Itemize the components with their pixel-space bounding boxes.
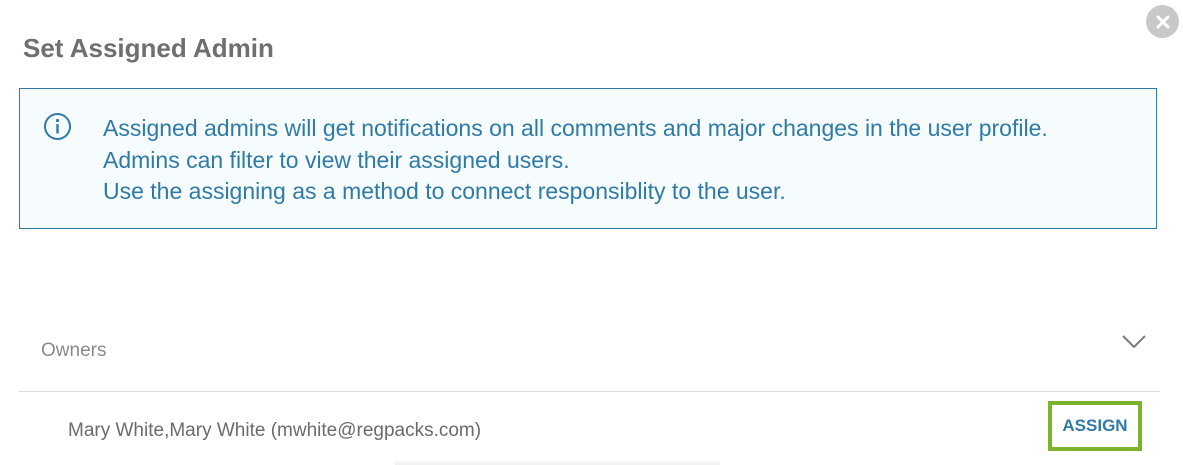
info-banner: Assigned admins will get notifications o… — [19, 88, 1157, 229]
scroll-shadow — [395, 459, 720, 465]
owners-label: Owners — [41, 340, 107, 361]
chevron-down-icon[interactable] — [1121, 334, 1147, 350]
assign-admin-dialog: Set Assigned Admin Assigned admins will … — [0, 0, 1183, 465]
info-line: Assigned admins will get notifications o… — [103, 115, 1048, 141]
list-item: Mary White,Mary White (mwhite@regpacks.c… — [19, 393, 1160, 465]
owner-name: Mary White,Mary White (mwhite@regpacks.c… — [68, 420, 482, 441]
info-message: Assigned admins will get notifications o… — [103, 113, 1048, 208]
owners-section-toggle[interactable]: Owners — [19, 322, 1160, 392]
close-button[interactable] — [1146, 5, 1179, 38]
assign-button[interactable]: ASSIGN — [1048, 401, 1142, 451]
info-line: Use the assigning as a method to connect… — [103, 178, 786, 204]
dialog-title: Set Assigned Admin — [23, 33, 274, 63]
info-line: Admins can filter to view their assigned… — [103, 146, 570, 173]
close-icon — [1156, 15, 1169, 28]
info-icon — [44, 113, 71, 140]
